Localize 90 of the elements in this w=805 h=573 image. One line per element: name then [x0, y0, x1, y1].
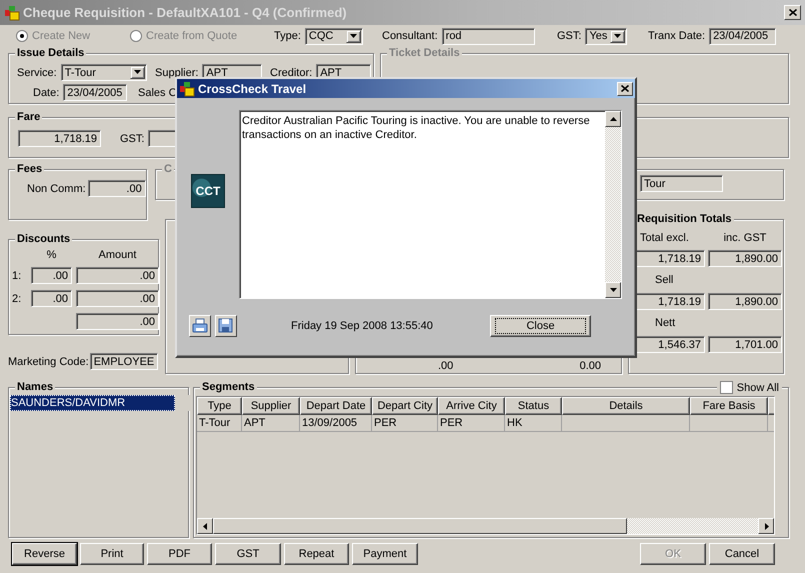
save-button[interactable]: [215, 315, 237, 337]
scrollbar[interactable]: [605, 111, 621, 298]
row-label: Sell: [654, 274, 674, 286]
app-icon: [4, 4, 20, 20]
row-label: Nett: [654, 317, 676, 329]
app-icon: [179, 80, 195, 96]
button[interactable]: GST: [215, 543, 281, 565]
close-button[interactable]: Close: [490, 315, 591, 337]
row-label: 2:: [12, 292, 22, 304]
field-label: GST:: [557, 30, 582, 42]
column-label: inc. GST: [722, 232, 768, 244]
column-label: %: [46, 249, 58, 261]
text-field[interactable]: 1,718.19: [18, 130, 101, 147]
column-header[interactable]: Arrive City: [438, 397, 505, 415]
column-label: Total excl.: [639, 232, 690, 244]
button[interactable]: PDF: [147, 543, 212, 565]
column-header[interactable]: Status: [505, 397, 562, 415]
column-header[interactable]: Depart City: [372, 397, 438, 415]
text-field[interactable]: 1,890.00: [708, 293, 782, 310]
panel-title: Segments: [200, 381, 257, 394]
column-header[interactable]: Depart Date: [300, 397, 372, 415]
field-label: Supplier:: [155, 66, 198, 78]
panel-title: Requisition Totals: [635, 213, 734, 226]
table-cell: HK: [505, 415, 562, 432]
list-item[interactable]: SAUNDERS/DAVIDMR: [10, 395, 175, 411]
text-field[interactable]: rod: [442, 28, 535, 44]
table-cell: T-Tour: [197, 415, 242, 432]
column-header[interactable]: Type: [197, 397, 242, 415]
text-field[interactable]: 1,890.00: [708, 250, 782, 267]
field-label: GST:: [120, 132, 144, 144]
timestamp: Friday 19 Sep 2008 13:55:40: [291, 320, 433, 332]
left-arrow-icon: [200, 522, 210, 530]
field-label: Consultant:: [382, 30, 438, 42]
text-field[interactable]: .00: [76, 290, 159, 307]
field-label: Type:: [274, 30, 301, 42]
dropdown[interactable]: CQC: [304, 28, 363, 44]
radio-button[interactable]: [130, 30, 142, 42]
scroll-thumb[interactable]: [213, 518, 627, 534]
field-label: Tranx Date:: [648, 30, 706, 42]
text-field[interactable]: Tour: [640, 175, 723, 192]
column-header[interactable]: Details: [562, 397, 690, 415]
dialog-title: CrossCheck Travel: [198, 82, 306, 96]
checkbox[interactable]: [720, 381, 733, 394]
text-field[interactable]: .00: [88, 180, 146, 197]
button[interactable]: Reverse: [12, 543, 77, 565]
field-label: Date:: [33, 86, 60, 98]
print-button[interactable]: [189, 315, 211, 337]
close-button[interactable]: [617, 82, 633, 96]
down-arrow-icon: [608, 286, 618, 294]
button[interactable]: Repeat: [284, 543, 349, 565]
printer-icon: [192, 318, 208, 334]
button[interactable]: Payment: [352, 543, 418, 565]
text-field[interactable]: .00: [31, 267, 72, 284]
column-header[interactable]: Supplier: [242, 397, 300, 415]
column-header[interactable]: [768, 397, 774, 415]
button[interactable]: Cancel: [709, 543, 775, 565]
field-label: Creditor:: [270, 66, 312, 78]
text-field[interactable]: .00: [31, 290, 72, 307]
up-arrow-icon: [608, 114, 618, 124]
field-label: Marketing Code:: [8, 356, 89, 368]
table-cell: PER: [438, 415, 505, 432]
message-text: Creditor Australian Pacific Touring is inactive. You are unable to reverse transactions on an inactive Creditor.: [241, 114, 591, 143]
table-cell: 13/09/2005: [300, 415, 372, 432]
close-icon: [621, 85, 629, 92]
window-title: Cheque Requisition - DefaultXA101 - Q4 (Confirmed): [23, 5, 347, 20]
field-label: Service:: [17, 66, 57, 78]
amount-text: .00: [438, 360, 454, 372]
text-field[interactable]: 1,701.00: [708, 336, 782, 353]
dropdown[interactable]: T-Tour: [60, 64, 147, 81]
radio-button[interactable]: [16, 30, 28, 42]
text-field[interactable]: 23/04/2005: [709, 28, 776, 44]
dropdown-arrow-icon: [613, 32, 622, 40]
logo: CCT: [191, 174, 225, 208]
dropdown-arrow-icon: [348, 32, 358, 40]
close-icon: [788, 9, 796, 16]
text-field[interactable]: .00: [76, 313, 159, 330]
amount-text: 0.00: [580, 360, 601, 372]
row-label: 1:: [12, 270, 22, 282]
button[interactable]: Print: [80, 543, 144, 565]
close-button[interactable]: [784, 5, 801, 20]
text-field[interactable]: EMPLOYEE: [90, 353, 158, 370]
field-label: Non Comm:: [27, 182, 86, 194]
text-field[interactable]: .00: [76, 267, 159, 284]
table-cell: PER: [372, 415, 438, 432]
scrollbar[interactable]: [197, 518, 774, 534]
table-cell: APT: [242, 415, 300, 432]
column-label: Amount: [98, 249, 138, 261]
text-field[interactable]: 23/04/2005: [63, 84, 128, 101]
dropdown[interactable]: Yes: [585, 28, 628, 44]
column-header[interactable]: Fare Basis: [690, 397, 768, 415]
